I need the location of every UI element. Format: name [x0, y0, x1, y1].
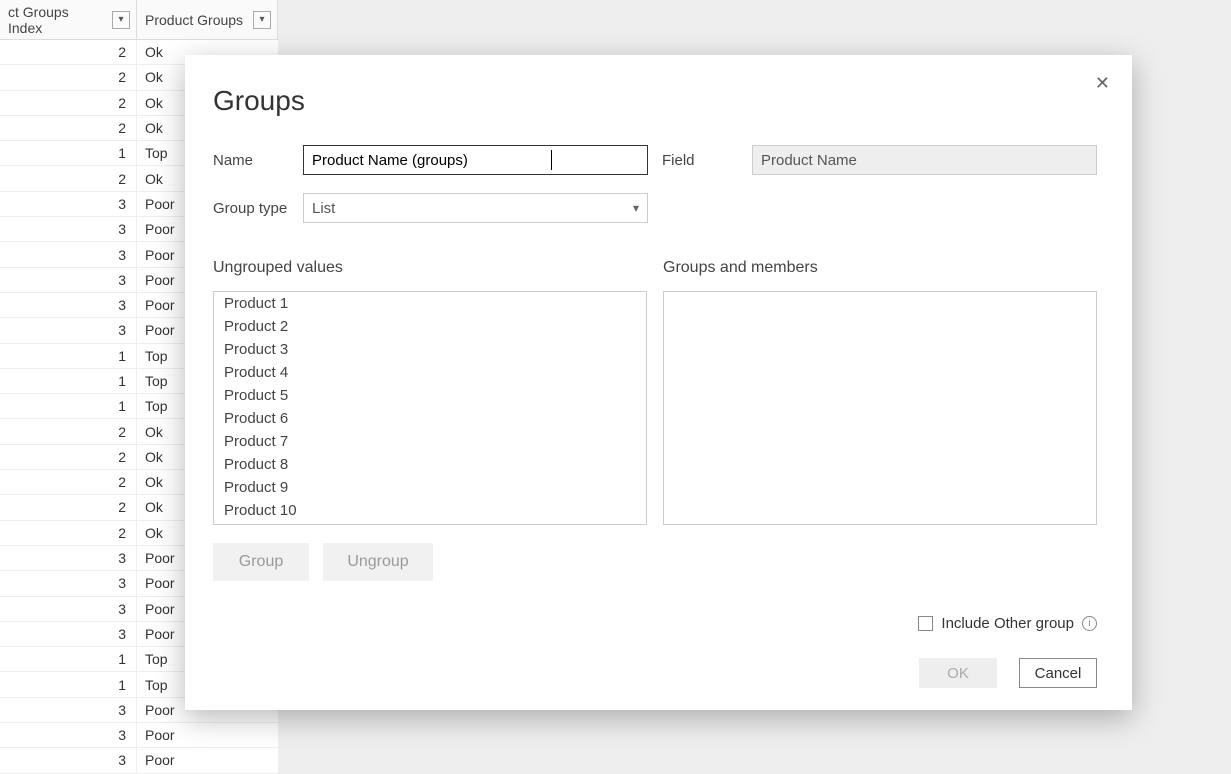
field-label: Field	[662, 152, 752, 169]
cancel-button[interactable]: Cancel	[1019, 658, 1097, 688]
dialog-title: Groups	[213, 85, 1097, 117]
ok-button[interactable]: OK	[919, 658, 997, 688]
cancel-button-label: Cancel	[1035, 665, 1082, 682]
cell-index: 1	[0, 672, 137, 696]
column-header-pg-label: Product Groups	[145, 12, 243, 28]
cell-index: 1	[0, 369, 137, 393]
cell-product-group: Poor	[137, 748, 278, 772]
include-other-checkbox[interactable]	[918, 616, 933, 631]
cell-index: 2	[0, 166, 137, 190]
table-row[interactable]: 3Poor	[0, 723, 278, 748]
field-readonly-box: Product Name	[752, 145, 1097, 175]
chevron-down-icon[interactable]: ▾	[112, 11, 130, 29]
list-item[interactable]: Product 8	[214, 453, 646, 476]
groups-members-list[interactable]	[663, 291, 1097, 525]
cell-index: 2	[0, 40, 137, 64]
group-type-label: Group type	[213, 200, 303, 217]
ungroup-button[interactable]: Ungroup	[323, 543, 433, 581]
list-item[interactable]: Product 2	[214, 315, 646, 338]
cell-index: 1	[0, 344, 137, 368]
list-item[interactable]: Product 4	[214, 361, 646, 384]
cell-index: 2	[0, 116, 137, 140]
cell-index: 3	[0, 698, 137, 722]
list-item[interactable]: Product 7	[214, 430, 646, 453]
cell-index: 2	[0, 65, 137, 89]
column-header-index[interactable]: ct Groups Index ▾	[0, 0, 137, 39]
cell-index: 3	[0, 217, 137, 241]
cell-index: 1	[0, 141, 137, 165]
table-row[interactable]: 3Poor	[0, 748, 278, 773]
column-header-product-groups[interactable]: Product Groups ▾	[137, 0, 278, 39]
cell-index: 3	[0, 622, 137, 646]
group-type-select[interactable]: List ▾	[303, 193, 648, 223]
text-caret	[551, 150, 552, 170]
name-input[interactable]	[303, 145, 648, 175]
name-label: Name	[213, 152, 303, 169]
group-button-label: Group	[239, 553, 283, 571]
cell-index: 3	[0, 293, 137, 317]
close-icon[interactable]: ✕	[1095, 73, 1110, 94]
cell-product-group: Poor	[137, 723, 278, 747]
ungroup-button-label: Ungroup	[347, 553, 408, 571]
chevron-down-icon[interactable]: ▾	[253, 11, 271, 29]
cell-index: 3	[0, 318, 137, 342]
cell-index: 1	[0, 647, 137, 671]
list-item[interactable]: Product 6	[214, 407, 646, 430]
column-header-index-label: ct Groups Index	[8, 4, 106, 36]
cell-index: 2	[0, 419, 137, 443]
cell-index: 3	[0, 748, 137, 772]
chevron-down-icon: ▾	[633, 201, 639, 215]
field-value: Product Name	[761, 152, 857, 169]
list-item[interactable]: Product 5	[214, 384, 646, 407]
cell-index: 2	[0, 470, 137, 494]
cell-index: 3	[0, 268, 137, 292]
groups-dialog: ✕ Groups Name Field Product Name Group t…	[185, 55, 1132, 710]
cell-index: 3	[0, 192, 137, 216]
cell-index: 2	[0, 91, 137, 115]
cell-index: 3	[0, 723, 137, 747]
cell-index: 2	[0, 495, 137, 519]
ungrouped-values-title: Ungrouped values	[213, 259, 647, 277]
cell-index: 1	[0, 394, 137, 418]
cell-index: 2	[0, 445, 137, 469]
group-button[interactable]: Group	[213, 543, 309, 581]
cell-index: 3	[0, 597, 137, 621]
info-icon[interactable]: i	[1082, 616, 1097, 631]
ok-button-label: OK	[947, 665, 969, 682]
cell-index: 3	[0, 242, 137, 266]
list-item[interactable]: Product 10	[214, 499, 646, 522]
cell-index: 3	[0, 571, 137, 595]
list-item[interactable]: Product 1	[214, 292, 646, 315]
list-item[interactable]: Product 9	[214, 476, 646, 499]
ungrouped-values-list[interactable]: Product 1Product 2Product 3Product 4Prod…	[213, 291, 647, 525]
list-item[interactable]: Product 3	[214, 338, 646, 361]
groups-members-title: Groups and members	[663, 259, 1097, 277]
group-type-value: List	[312, 200, 335, 217]
cell-index: 2	[0, 521, 137, 545]
cell-index: 3	[0, 546, 137, 570]
include-other-label: Include Other group	[941, 615, 1074, 632]
